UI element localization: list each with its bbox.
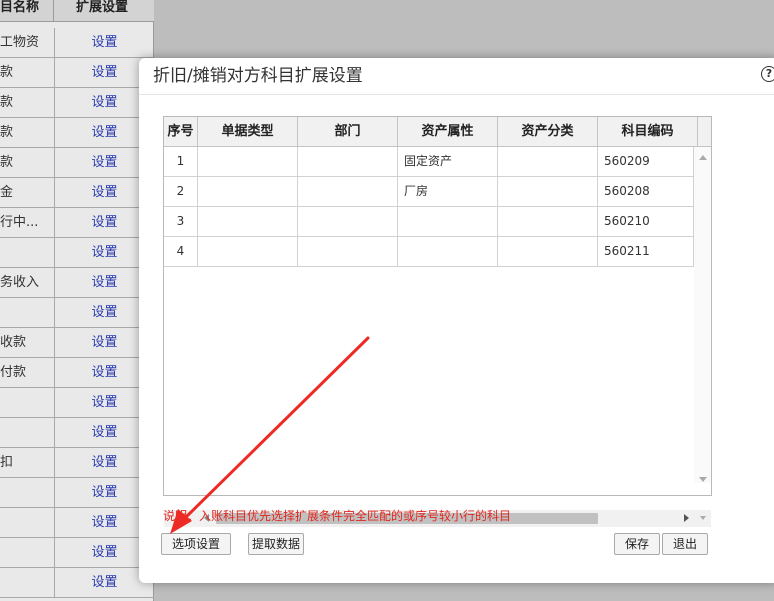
cell-seq[interactable]: 4 xyxy=(164,237,198,266)
background-row: 金设置 xyxy=(0,178,154,208)
background-row-name xyxy=(0,418,53,447)
background-row-name xyxy=(0,478,53,507)
table-row[interactable]: 1 固定资产 560209 xyxy=(164,147,694,177)
cell-account-code[interactable]: 560211 xyxy=(598,237,694,266)
cell-doc-type[interactable] xyxy=(198,177,298,206)
background-row: 设置 xyxy=(0,478,154,508)
background-row-name xyxy=(0,388,53,417)
cell-account-code[interactable]: 560209 xyxy=(598,147,694,176)
column-header-doc-type[interactable]: 单据类型 xyxy=(198,117,298,147)
background-table: 目名称 扩展设置 工物资 设置款设置款设置款设置款设置金设置 行中... 设置 设置 务收… xyxy=(0,0,154,601)
background-row-name xyxy=(0,238,53,267)
background-row: 款设置 xyxy=(0,88,154,118)
header-setting-column: 扩展设置 xyxy=(76,0,129,15)
background-row-name: 款 xyxy=(0,95,14,110)
save-button[interactable]: 保存 xyxy=(614,533,660,555)
background-row-name: 款 xyxy=(0,155,14,170)
cell-asset-attr[interactable] xyxy=(398,207,498,236)
background-row-name xyxy=(0,568,53,597)
background-row-name: 务收入 xyxy=(0,275,40,290)
title-divider xyxy=(139,94,774,95)
options-settings-button[interactable]: 选项设置 xyxy=(161,533,231,555)
background-row: 款设置 xyxy=(0,118,154,148)
cell-asset-class[interactable] xyxy=(498,147,598,176)
background-row: 设置 xyxy=(0,298,154,328)
setting-link[interactable]: 设置 xyxy=(54,28,154,57)
cell-dept[interactable] xyxy=(298,177,398,206)
cell-doc-type[interactable] xyxy=(198,237,298,266)
cell-account-code[interactable]: 560208 xyxy=(598,177,694,206)
background-row: 设置 xyxy=(0,568,154,598)
scroll-up-icon[interactable] xyxy=(699,155,707,160)
cell-asset-attr[interactable]: 厂房 xyxy=(398,177,498,206)
cell-asset-class[interactable] xyxy=(498,237,598,266)
background-row-name xyxy=(0,538,53,567)
cell-doc-type[interactable] xyxy=(198,147,298,176)
background-row-name: 扣 xyxy=(0,455,14,470)
background-rows: 工物资 设置款设置款设置款设置款设置金设置 行中... 设置 设置 务收入 设置 设置 收款 设置… xyxy=(0,28,154,598)
column-header-seq[interactable]: 序号 xyxy=(164,117,198,147)
background-row-name: 付款 xyxy=(0,365,27,380)
column-header-account-code[interactable]: 科目编码 xyxy=(598,117,698,147)
note-text: 说明：入账科目优先选择扩展条件完全匹配的或序号较小行的科目 xyxy=(163,509,512,523)
background-row: 务收入 设置 xyxy=(0,268,154,298)
header-name-column: 目名称 xyxy=(0,0,40,15)
background-row: 设置 xyxy=(0,538,154,568)
background-row: 设置 xyxy=(0,508,154,538)
background-row: 设置 xyxy=(0,418,154,448)
background-table-header: 目名称 扩展设置 xyxy=(0,0,154,22)
scroll-down-icon[interactable] xyxy=(699,477,707,482)
background-row: 收款 设置 xyxy=(0,328,154,358)
background-row-name: 行中... xyxy=(0,215,39,230)
cell-asset-class[interactable] xyxy=(498,207,598,236)
background-row: 设置 xyxy=(0,388,154,418)
cell-asset-attr[interactable] xyxy=(398,237,498,266)
cell-doc-type[interactable] xyxy=(198,207,298,236)
background-row: 工物资 设置 xyxy=(0,28,154,58)
cell-seq[interactable]: 3 xyxy=(164,207,198,236)
settings-grid: 序号 单据类型 部门 资产属性 资产分类 科目编码 1 固定资产 560209 2 厂房… xyxy=(163,116,712,527)
background-row: 付款 设置 xyxy=(0,358,154,388)
table-row[interactable]: 4 560211 xyxy=(164,237,694,267)
cell-asset-attr[interactable]: 固定资产 xyxy=(398,147,498,176)
cell-seq[interactable]: 2 xyxy=(164,177,198,206)
dialog-title: 折旧/摊销对方科目扩展设置 xyxy=(153,66,363,86)
exit-button[interactable]: 退出 xyxy=(662,533,708,555)
fetch-data-button[interactable]: 提取数据 xyxy=(248,533,304,555)
background-row-name: 工物资 xyxy=(0,35,40,50)
cell-dept[interactable] xyxy=(298,237,398,266)
background-row-name xyxy=(0,508,53,537)
background-row-name: 收款 xyxy=(0,335,27,350)
scroll-corner-down-icon[interactable] xyxy=(700,516,706,520)
background-row: 行中... 设置 xyxy=(0,208,154,238)
background-row-name: 金 xyxy=(0,185,14,200)
background-row: 款设置 xyxy=(0,148,154,178)
background-row: 设置 xyxy=(0,238,154,268)
extension-settings-dialog: 折旧/摊销对方科目扩展设置 ? 序号 单据类型 部门 资产属性 资产分类 科目编… xyxy=(139,58,774,583)
column-header-asset-class[interactable]: 资产分类 xyxy=(498,117,598,147)
background-row-name: 款 xyxy=(0,125,14,140)
help-icon[interactable]: ? xyxy=(761,66,774,82)
table-row[interactable]: 2 厂房 560208 xyxy=(164,177,694,207)
column-header-dept[interactable]: 部门 xyxy=(298,117,398,147)
background-row: 款设置 xyxy=(0,58,154,88)
background-row-name: 款 xyxy=(0,65,14,80)
cell-seq[interactable]: 1 xyxy=(164,147,198,176)
cell-account-code[interactable]: 560210 xyxy=(598,207,694,236)
vertical-scrollbar[interactable] xyxy=(694,147,711,483)
grid-header: 序号 单据类型 部门 资产属性 资产分类 科目编码 xyxy=(164,117,711,147)
cell-asset-class[interactable] xyxy=(498,177,598,206)
cell-dept[interactable] xyxy=(298,147,398,176)
background-row-name xyxy=(0,298,53,327)
cell-dept[interactable] xyxy=(298,207,398,236)
table-row[interactable]: 3 560210 xyxy=(164,207,694,237)
background-row: 扣设置 xyxy=(0,448,154,478)
scroll-right-icon[interactable] xyxy=(684,514,689,522)
column-header-asset-attr[interactable]: 资产属性 xyxy=(398,117,498,147)
